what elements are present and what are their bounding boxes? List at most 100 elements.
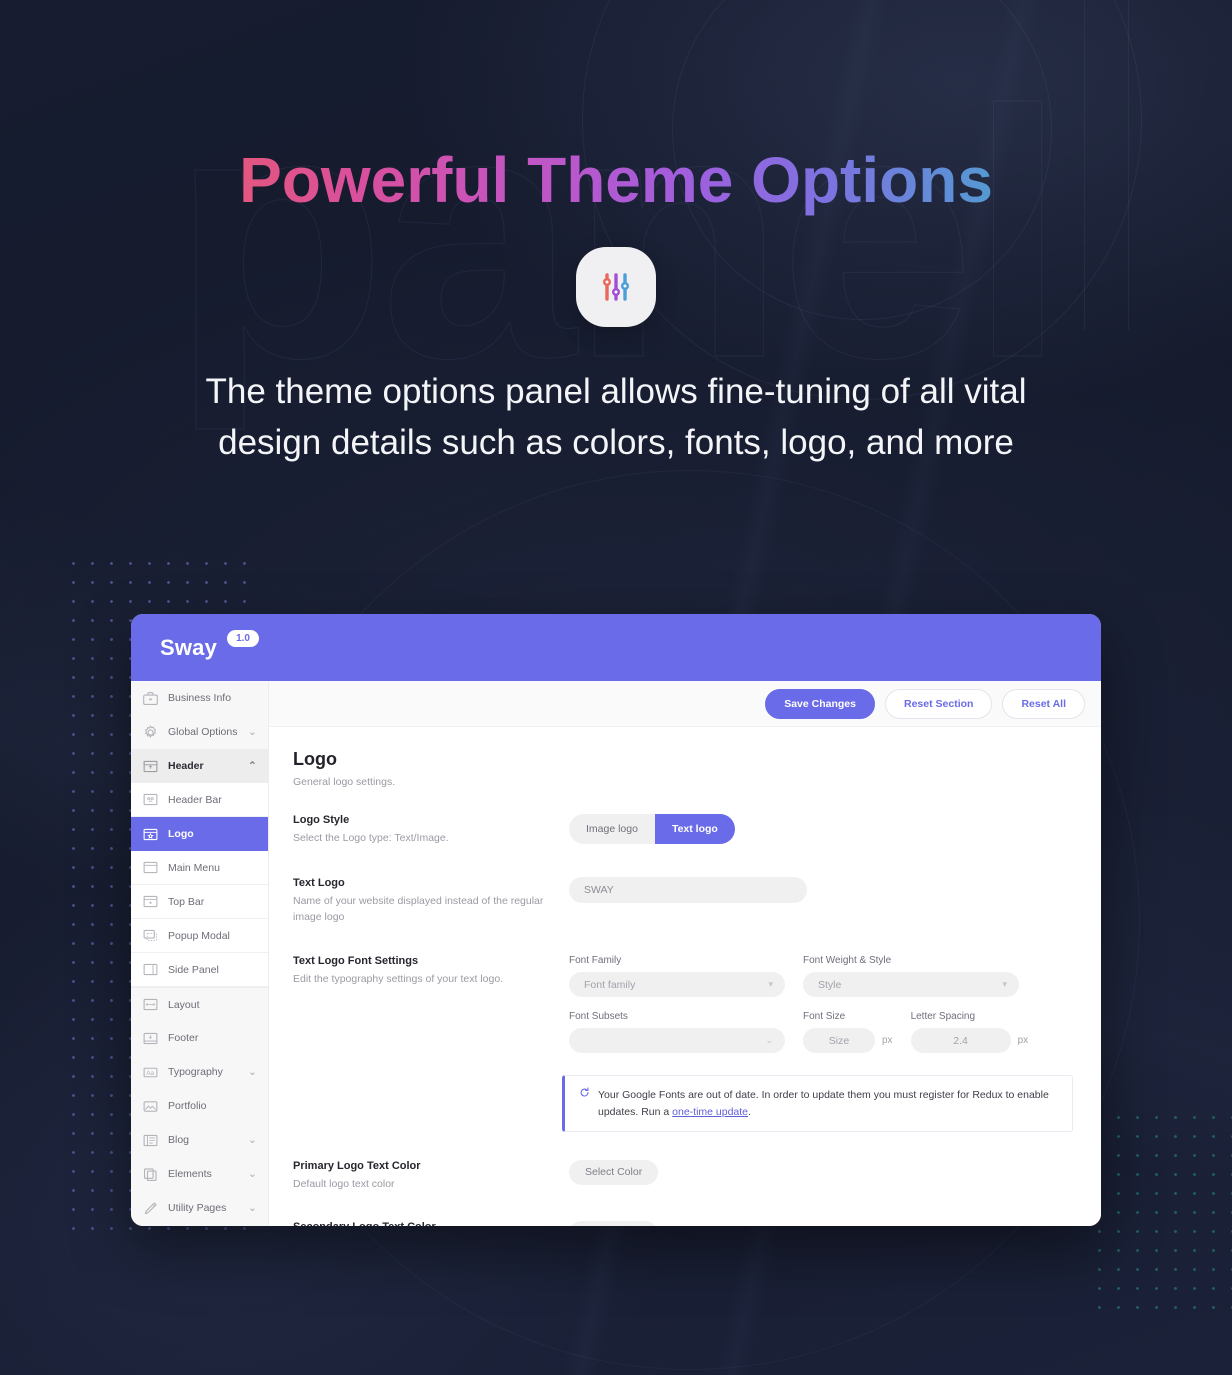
field-label: Text Logo Font Settings — [293, 955, 419, 968]
chevron-down-icon: ▾ — [1002, 979, 1007, 990]
sidebar-item-label: Header Bar — [168, 793, 222, 806]
sidebar-item-label: Side Panel — [168, 963, 219, 976]
field-hint: Edit the typography settings of your tex… — [293, 973, 504, 986]
modal-icon — [142, 927, 159, 944]
field-label: Secondary Logo Text Color — [293, 1221, 551, 1226]
sidebar-item-label: Logo — [168, 828, 194, 840]
field-primary-logo-color: Primary Logo Text Color Default logo tex… — [269, 1159, 1101, 1193]
chevron-down-icon: ⌄ — [765, 1035, 773, 1046]
google-fonts-notice: Your Google Fonts are out of date. In or… — [562, 1075, 1073, 1132]
sidebar-item-label: Global Options — [168, 726, 238, 738]
sidebar-item-utility-pages[interactable]: Utility Pages ⌄ — [131, 1191, 268, 1225]
panel-header: Sway 1.0 — [131, 614, 1101, 681]
font-weight-select[interactable]: Style ▾ — [803, 972, 1019, 998]
font-subsets-label: Font Subsets — [569, 1011, 628, 1023]
reset-all-button[interactable]: Reset All — [1002, 688, 1085, 719]
gear-icon — [142, 724, 159, 741]
notice-text: Your Google Fonts are out of date. In or… — [598, 1087, 1058, 1120]
chevron-down-icon: ⌄ — [248, 726, 257, 738]
pen-icon — [142, 1200, 159, 1217]
header-bar-icon — [142, 791, 159, 808]
sidebar-item-label: Utility Pages — [168, 1202, 227, 1214]
sidebar-item-label: Main Menu — [168, 861, 220, 874]
toggle-image-logo[interactable]: Image logo — [569, 814, 655, 844]
sidebar-item-portfolio[interactable]: Portfolio — [131, 1089, 268, 1123]
sidebar-item-label: Elements — [168, 1168, 212, 1180]
letter-spacing-unit: px — [1017, 1035, 1029, 1047]
svg-text:Aa: Aa — [146, 1070, 154, 1077]
field-font-settings: Text Logo Font Settings Edit the typogra… — [269, 955, 1101, 1054]
field-label: Text Logo — [293, 876, 345, 889]
sidebar-item-logo[interactable]: Logo — [131, 817, 268, 851]
sidebar-item-label: Portfolio — [168, 1100, 207, 1112]
font-size-unit: px — [882, 1035, 893, 1047]
primary-select-color-button[interactable]: Select Color — [569, 1159, 659, 1185]
sidebar-item-header[interactable]: Header ⌃ — [131, 749, 268, 783]
sidebar-item-label: Top Bar — [168, 895, 205, 908]
blog-icon — [142, 1132, 159, 1149]
footer-icon — [142, 1030, 159, 1047]
letter-spacing-input[interactable]: 2.4 — [910, 1028, 1011, 1054]
window-icon — [142, 859, 159, 876]
page-subtitle: The theme options panel allows fine-tuni… — [205, 372, 1027, 462]
font-subsets-select[interactable]: ⌄ — [569, 1028, 785, 1054]
sliders-icon — [576, 247, 656, 327]
font-weight-value: Style — [818, 978, 842, 991]
letter-spacing-label: Letter Spacing — [910, 1011, 976, 1023]
font-size-input[interactable]: Size — [803, 1028, 875, 1054]
brand-name: Sway — [160, 634, 218, 660]
image-icon — [142, 1098, 159, 1115]
chevron-down-icon: ▾ — [768, 979, 773, 990]
reset-section-button[interactable]: Reset Section — [885, 688, 993, 719]
sidebar-item-side-panel[interactable]: Side Panel — [131, 953, 268, 987]
sidebar-item-header-bar[interactable]: Header Bar — [131, 783, 268, 817]
side-panel-icon — [142, 961, 159, 978]
sidebar-item-typography[interactable]: Aa Typography ⌄ — [131, 1055, 268, 1089]
secondary-select-color-button[interactable]: Select Color — [569, 1220, 659, 1226]
sidebar-item-main-menu[interactable]: Main Menu — [131, 851, 268, 885]
content-toolbar: Save Changes Reset Section Reset All — [269, 681, 1101, 727]
sidebar-item-global-options[interactable]: Global Options ⌄ — [131, 715, 268, 749]
font-family-select[interactable]: Font family ▾ — [569, 972, 785, 998]
text-logo-input[interactable] — [569, 876, 807, 903]
theme-options-panel: Sway 1.0 Business Info Global Options ⌄ … — [131, 614, 1101, 1226]
sidebar-item-label: Layout — [168, 998, 200, 1011]
sidebar-item-blog[interactable]: Blog ⌄ — [131, 1123, 268, 1157]
sidebar-item-footer[interactable]: Footer — [131, 1021, 268, 1055]
top-bar-icon — [142, 893, 159, 910]
font-weight-label: Font Weight & Style — [803, 955, 892, 967]
sidebar-item-top-bar[interactable]: Top Bar — [131, 885, 268, 919]
chevron-up-icon: ⌃ — [248, 760, 257, 772]
notice-text-after: . — [748, 1105, 751, 1118]
hero-section: Powerful Theme Options The theme options… — [0, 0, 1232, 469]
sidebar-item-elements[interactable]: Elements ⌄ — [131, 1157, 268, 1191]
toggle-text-logo[interactable]: Text logo — [654, 814, 735, 844]
elements-icon — [142, 1166, 159, 1183]
section-title: Logo — [293, 749, 337, 769]
sidebar-item-label: Footer — [168, 1032, 199, 1044]
sidebar-item-popup-modal[interactable]: Popup Modal — [131, 919, 268, 953]
briefcase-icon — [142, 690, 159, 707]
page-title: Powerful Theme Options — [0, 143, 1232, 217]
font-size-label: Font Size — [803, 1011, 846, 1023]
settings-content: Save Changes Reset Section Reset All Log… — [269, 681, 1101, 1226]
logo-style-toggle-group: Image logo Text logo — [569, 814, 735, 844]
field-label: Primary Logo Text Color — [293, 1159, 421, 1172]
one-time-update-link[interactable]: one-time update — [672, 1106, 748, 1118]
sidebar-item-label: Header — [168, 760, 204, 772]
sidebar-item-label: Typography — [168, 1066, 223, 1078]
save-changes-button[interactable]: Save Changes — [765, 688, 875, 719]
chevron-down-icon: ⌄ — [248, 1134, 257, 1146]
notice-text-before: Your Google Fonts are out of date. In or… — [598, 1089, 1049, 1118]
layout-icon — [142, 996, 159, 1013]
header-icon — [142, 758, 159, 775]
chevron-down-icon: ⌄ — [248, 1202, 257, 1214]
chevron-down-icon: ⌄ — [248, 1066, 257, 1078]
sidebar-item-label: Business Info — [168, 692, 232, 704]
font-family-label: Font Family — [569, 955, 622, 967]
sidebar-item-business-info[interactable]: Business Info — [131, 681, 268, 715]
sidebar-item-layout[interactable]: Layout — [131, 987, 268, 1021]
version-badge: 1.0 — [227, 630, 259, 647]
sidebar-nav: Business Info Global Options ⌄ Header ⌃ … — [131, 681, 269, 1226]
field-hint: Select the Logo type: Text/Image. — [293, 832, 449, 844]
